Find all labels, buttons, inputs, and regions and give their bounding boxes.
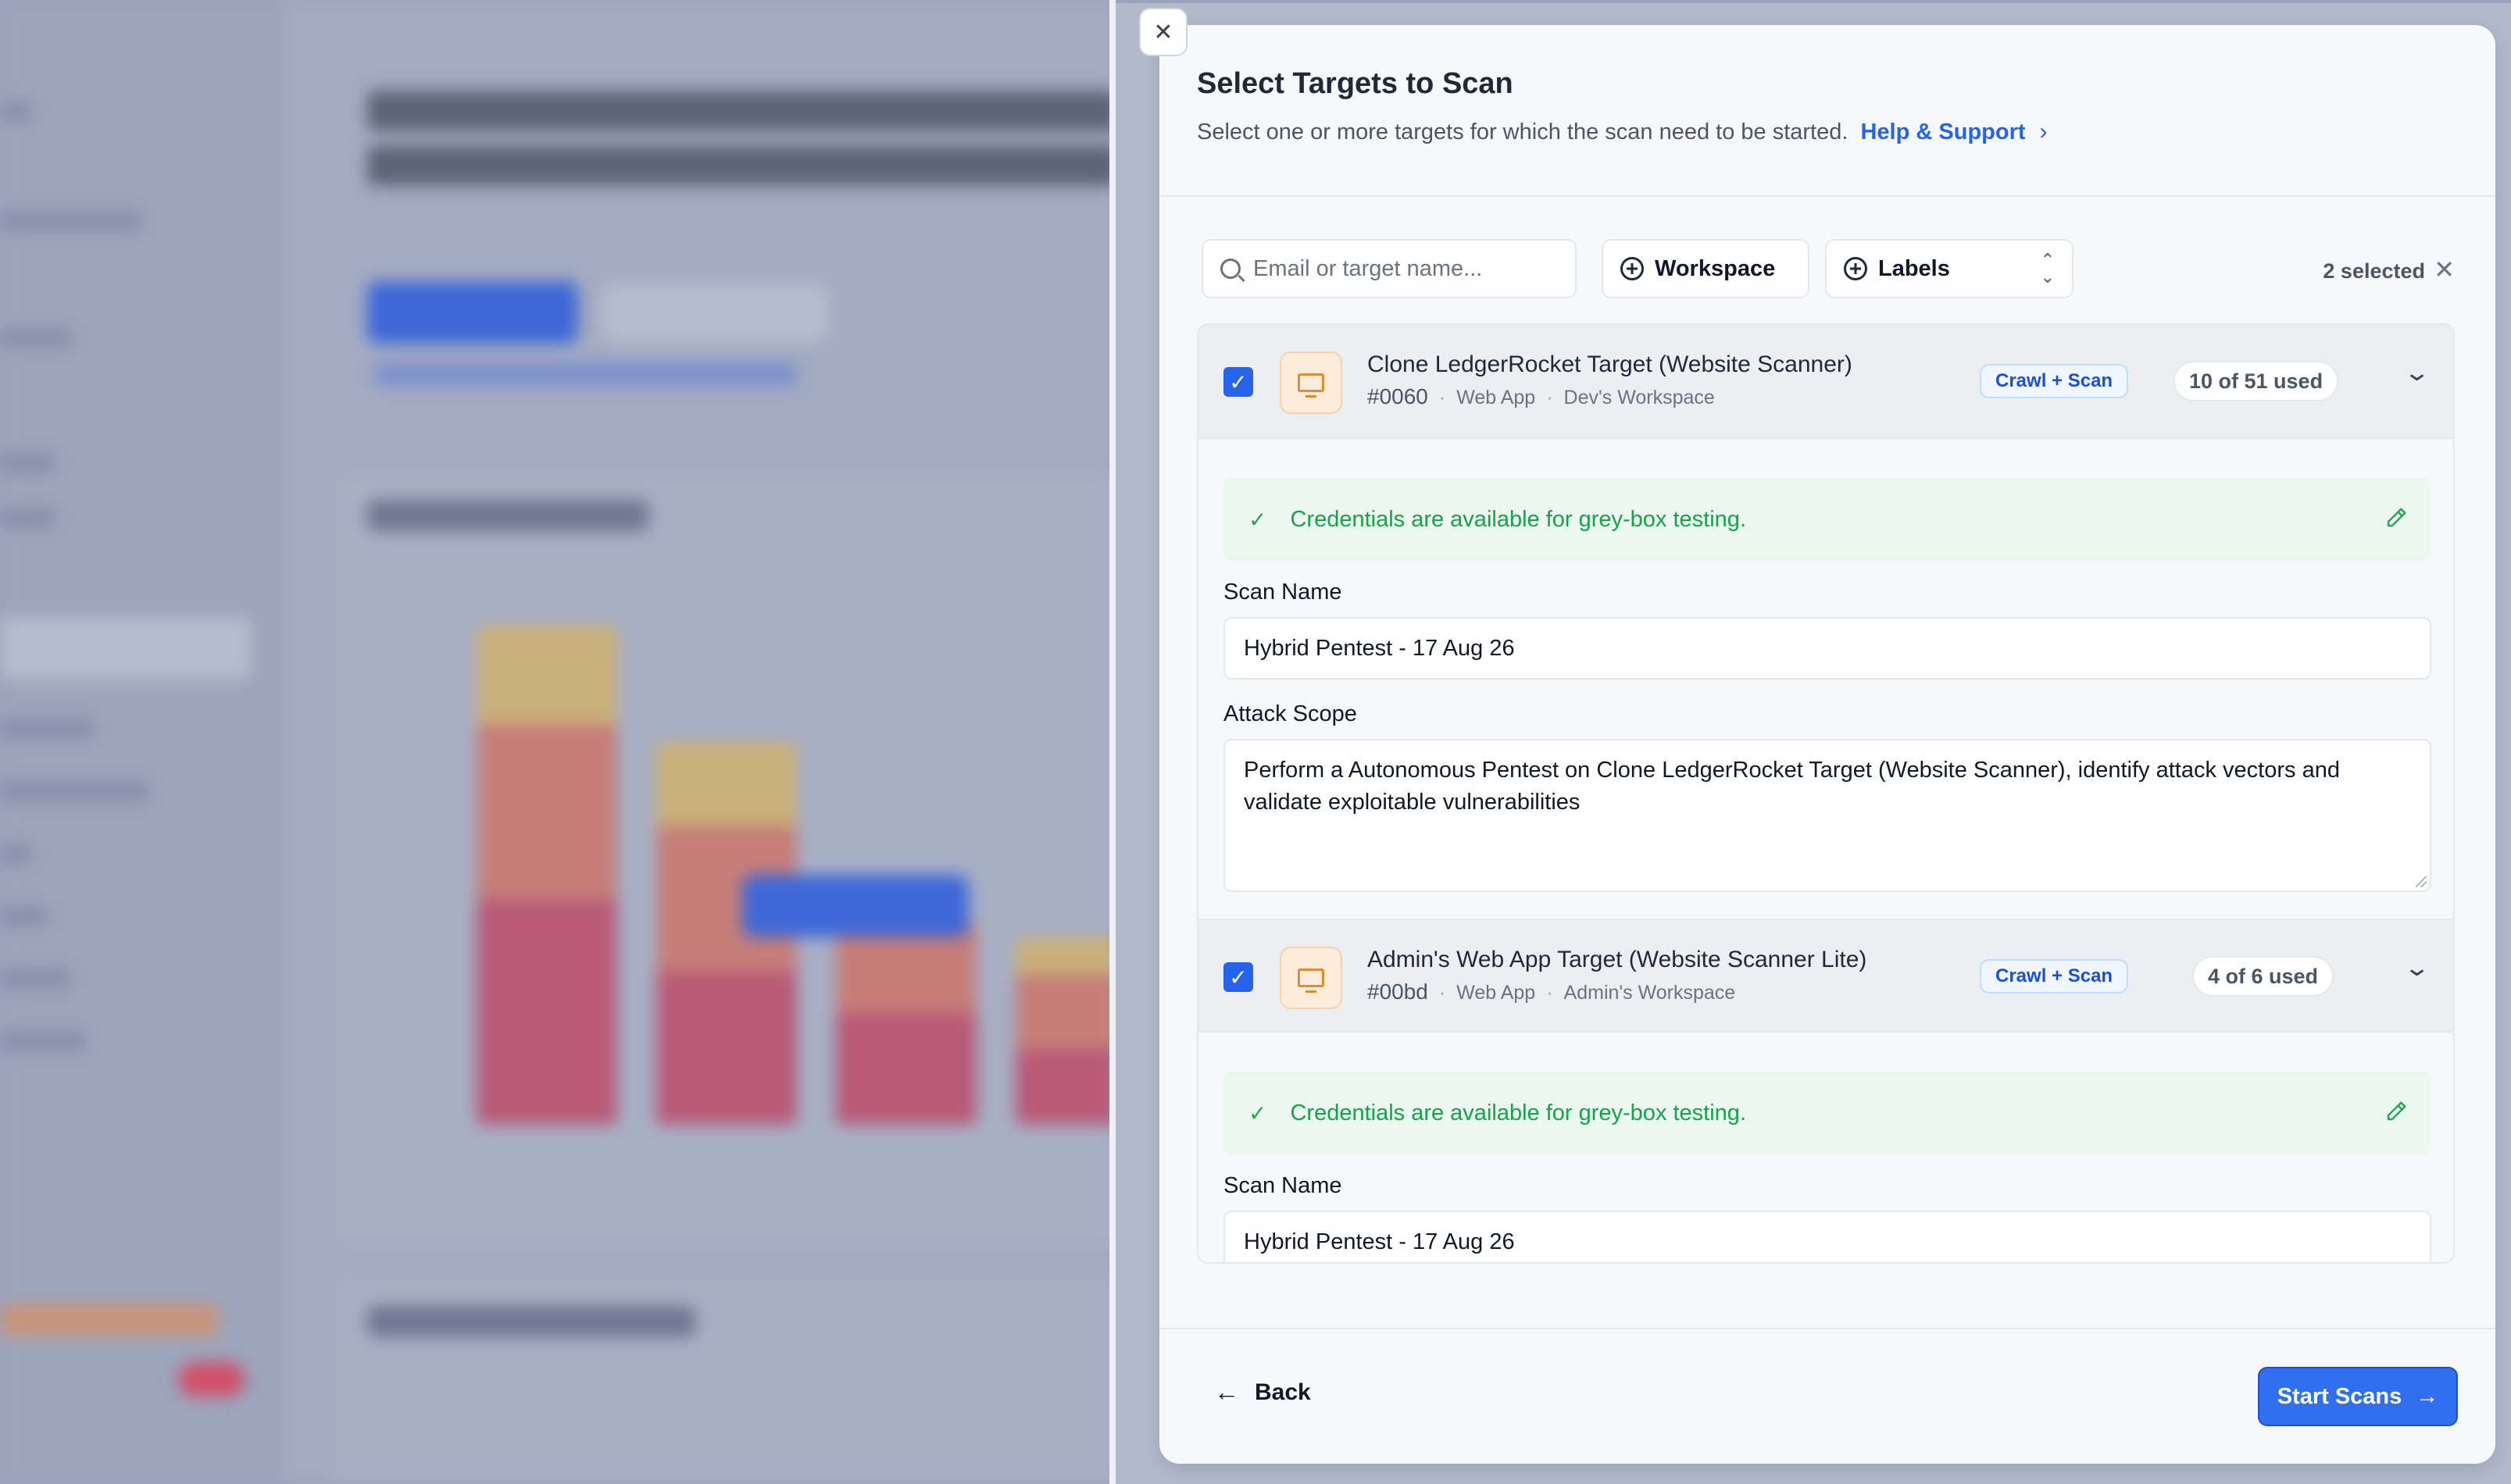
check-icon: ✓ [1229,369,1248,394]
edit-credentials-icon[interactable] [2384,1100,2408,1123]
modal-header: Select Targets to Scan Select one or mor… [1159,25,2495,197]
background-page [0,0,1117,1484]
target-type: Web App [1456,982,1536,1004]
modal-footer: ← Back Start Scans → [1159,1328,2495,1464]
modal-subtitle-text: Select one or more targets for which the… [1197,120,1848,144]
close-drawer-button[interactable]: ✕ [1139,8,1188,56]
back-label: Back [1255,1379,1311,1405]
search-input[interactable]: Email or target name... [1202,239,1577,298]
chevron-down-icon[interactable]: ⌄ [2403,954,2431,982]
chevron-right-icon: › [2039,119,2048,144]
arrow-right-icon: → [2416,1383,2439,1409]
help-support-link[interactable]: Help & Support [1860,120,2025,144]
background-sidebar [0,0,281,1484]
plus-circle-icon [1620,257,1644,280]
target-details: ✓ Credentials are available for grey-box… [1198,1033,2453,1262]
search-placeholder: Email or target name... [1253,255,1483,281]
target-checkbox[interactable]: ✓ [1223,962,1253,992]
attack-scope-text: Perform a Autonomous Pentest on Clone Le… [1244,758,2340,815]
check-icon: ✓ [1248,507,1267,532]
target-workspace: Admin's Workspace [1563,982,1736,1004]
labels-filter-select[interactable]: Labels ⌃ ⌄ [1825,239,2073,298]
scan-type-badge: Crawl + Scan [1980,959,2129,993]
labels-filter-label: Labels [1878,255,1950,281]
target-row[interactable]: ✓ Clone LedgerRocket Target (Website Sca… [1198,325,2453,439]
workspace-filter-button[interactable]: Workspace [1602,239,1809,298]
target-id: #0060 [1367,384,1428,408]
clear-selection-button[interactable]: ✕ [2434,255,2455,284]
chevron-down-icon[interactable]: ⌄ [2403,359,2431,387]
target-meta: #0060 · Web App · Dev's Workspace [1367,384,1715,408]
start-scans-button[interactable]: Start Scans → [2258,1367,2458,1426]
credentials-notice: ✓ Credentials are available for grey-box… [1223,478,2431,561]
close-icon: ✕ [2434,255,2455,284]
target-id: #00bd [1367,979,1428,1004]
target-name: Clone LedgerRocket Target (Website Scann… [1367,351,1852,377]
workspace-filter-label: Workspace [1655,255,1776,281]
target-details: ✓ Credentials are available for grey-box… [1198,439,2453,919]
edit-credentials-icon[interactable] [2384,506,2408,530]
drawer-edge [1109,0,1116,1484]
target-name: Admin's Web App Target (Website Scanner … [1367,947,1867,972]
usage-badge: 4 of 6 used [2192,956,2334,997]
scan-name-label: Scan Name [1223,1173,1342,1198]
scan-name-input[interactable]: Hybrid Pentest - 17 Aug 26 [1223,617,2431,680]
modal-title: Select Targets to Scan [1197,67,1513,100]
chevrons-up-down-icon: ⌃ ⌄ [2040,250,2055,287]
web-app-icon [1280,947,1342,1009]
attack-scope-label: Attack Scope [1223,701,1357,726]
attack-scope-textarea[interactable]: Perform a Autonomous Pentest on Clone Le… [1223,739,2431,892]
scan-type-badge: Crawl + Scan [1980,364,2129,398]
selected-count: 2 selected [2323,259,2425,283]
target-type: Web App [1456,387,1536,408]
scan-name-label: Scan Name [1223,580,1342,605]
credentials-text: Credentials are available for grey-box t… [1290,1100,1746,1125]
search-icon [1220,259,1241,279]
target-meta: #00bd · Web App · Admin's Workspace [1367,979,1736,1004]
close-icon: ✕ [1153,19,1173,45]
resize-handle[interactable] [2416,876,2427,887]
scan-name-input[interactable]: Hybrid Pentest - 17 Aug 26 [1223,1211,2431,1262]
target-workspace: Dev's Workspace [1563,387,1715,408]
check-icon: ✓ [1248,1101,1267,1125]
select-targets-modal: Select Targets to Scan Select one or mor… [1159,25,2495,1464]
credentials-notice: ✓ Credentials are available for grey-box… [1223,1072,2431,1154]
credentials-text: Credentials are available for grey-box t… [1290,506,1746,532]
target-list: ✓ Clone LedgerRocket Target (Website Sca… [1197,323,2455,1264]
modal-subtitle: Select one or more targets for which the… [1197,119,2048,145]
start-scans-label: Start Scans [2277,1383,2402,1409]
web-app-icon [1280,351,1342,414]
plus-circle-icon [1844,257,1867,280]
arrow-left-icon: ← [1214,1378,1239,1406]
usage-badge: 10 of 51 used [2173,361,2339,401]
check-icon: ✓ [1229,965,1248,990]
target-row[interactable]: ✓ Admin's Web App Target (Website Scanne… [1198,919,2453,1033]
target-checkbox[interactable]: ✓ [1223,367,1253,397]
back-button[interactable]: ← Back [1214,1378,1311,1407]
